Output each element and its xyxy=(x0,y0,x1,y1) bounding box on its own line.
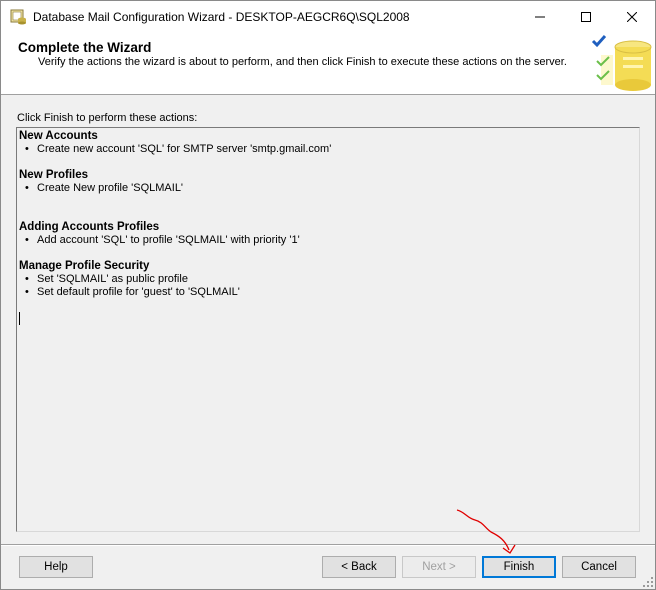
list-item: Create new account 'SQL' for SMTP server… xyxy=(19,143,639,156)
minimize-button[interactable] xyxy=(517,1,563,33)
list-item: Set default profile for 'guest' to 'SQLM… xyxy=(19,286,639,299)
resize-grip-icon[interactable] xyxy=(643,577,653,587)
back-button[interactable]: < Back xyxy=(322,556,396,578)
database-checkmark-icon xyxy=(591,35,652,91)
instruction-label: Click Finish to perform these actions: xyxy=(17,112,198,124)
page-title: Complete the Wizard xyxy=(18,40,152,55)
section-title: Manage Profile Security xyxy=(19,260,150,272)
section-title: New Profiles xyxy=(19,169,89,181)
section-title: New Accounts xyxy=(19,130,98,142)
close-icon xyxy=(627,12,637,22)
maximize-button[interactable] xyxy=(563,1,609,33)
text-caret xyxy=(19,312,20,325)
close-button[interactable] xyxy=(609,1,655,33)
section-new-accounts: New Accounts Create new account 'SQL' fo… xyxy=(19,130,639,156)
minimize-icon xyxy=(535,16,545,18)
database-mail-icon xyxy=(10,9,26,25)
finish-button[interactable]: Finish xyxy=(482,556,556,578)
actions-list[interactable]: New Accounts Create new account 'SQL' fo… xyxy=(16,127,640,532)
wizard-window: Database Mail Configuration Wizard - DES… xyxy=(0,0,656,590)
maximize-icon xyxy=(581,12,591,22)
section-new-profiles: New Profiles Create New profile 'SQLMAIL… xyxy=(19,169,639,195)
footer-divider xyxy=(1,544,655,546)
page-subtitle: Verify the actions the wizard is about t… xyxy=(38,56,567,68)
list-item: Create New profile 'SQLMAIL' xyxy=(19,182,639,195)
help-button[interactable]: Help xyxy=(19,556,93,578)
list-item: Add account 'SQL' to profile 'SQLMAIL' w… xyxy=(19,234,639,247)
list-item: Set 'SQLMAIL' as public profile xyxy=(19,273,639,286)
section-title: Adding Accounts Profiles xyxy=(19,221,160,233)
cancel-button[interactable]: Cancel xyxy=(562,556,636,578)
next-button[interactable]: Next > xyxy=(402,556,476,578)
title-bar[interactable]: Database Mail Configuration Wizard - DES… xyxy=(1,1,655,33)
wizard-header: Complete the Wizard Verify the actions t… xyxy=(1,33,655,95)
section-manage-profile-security: Manage Profile Security Set 'SQLMAIL' as… xyxy=(19,260,639,299)
window-title: Database Mail Configuration Wizard - DES… xyxy=(33,10,410,24)
section-adding-accounts-profiles: Adding Accounts Profiles Add account 'SQ… xyxy=(19,221,639,247)
